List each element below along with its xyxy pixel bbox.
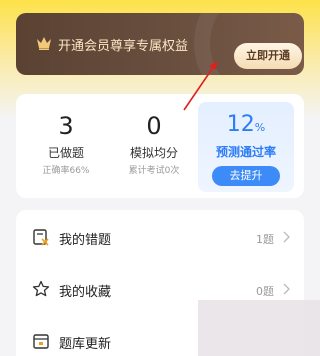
chevron-right-icon <box>283 231 290 243</box>
pass-rate-box: 12% 预测通过率 去提升 <box>198 102 294 192</box>
menu-item-label: 题库更新 <box>59 337 112 352</box>
wrong-answers-icon <box>33 229 49 246</box>
star-icon <box>32 280 50 297</box>
chevron-right-icon <box>283 283 290 295</box>
questions-done-value: 3 <box>58 112 74 140</box>
vip-banner[interactable]: 开通会员尊享专属权益 立即开通 <box>16 13 304 75</box>
calendar-icon <box>33 334 49 349</box>
mock-score-stat[interactable]: 0 模拟均分 累计考试0次 <box>104 94 204 176</box>
improve-button[interactable]: 去提升 <box>212 166 280 186</box>
menu-item-count: 1题 <box>256 233 274 246</box>
mock-score-value: 0 <box>146 112 162 140</box>
pass-rate-value: 12% <box>226 112 266 137</box>
menu-item-label: 我的错题 <box>59 233 112 248</box>
menu-item-label: 我的收藏 <box>59 285 112 300</box>
menu-item-count: 0题 <box>256 285 274 298</box>
stats-card: 3 已做题 正确率66% 0 模拟均分 累计考试0次 12% 预测通过率 去提升 <box>16 94 304 198</box>
vip-promo-text: 开通会员尊享专属权益 <box>58 39 189 54</box>
percent-sign: % <box>254 121 266 134</box>
menu-item-wrong-answers[interactable]: 我的错题 1题 <box>16 210 304 266</box>
crown-icon <box>37 37 51 50</box>
accuracy-text: 正确率66% <box>42 166 90 176</box>
questions-done-label: 已做题 <box>47 146 84 160</box>
exam-count-text: 累计考试0次 <box>128 166 180 176</box>
overlay-shadow <box>198 300 320 356</box>
mock-score-label: 模拟均分 <box>129 146 178 160</box>
pass-rate-label: 预测通过率 <box>215 145 276 159</box>
questions-done-stat[interactable]: 3 已做题 正确率66% <box>16 94 116 176</box>
activate-vip-button[interactable]: 立即开通 <box>234 43 302 69</box>
